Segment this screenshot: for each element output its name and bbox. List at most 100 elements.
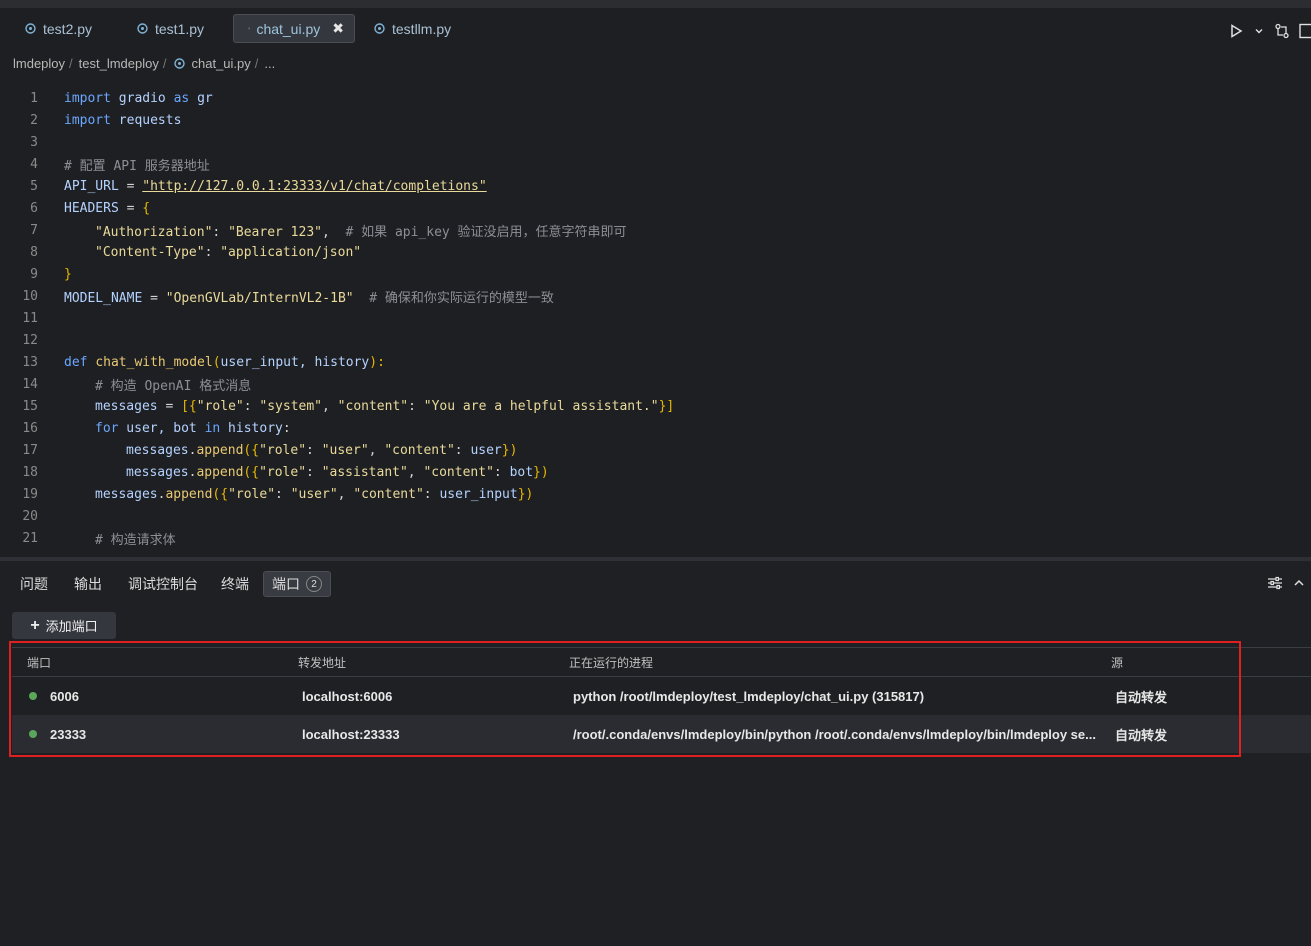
python-file-icon — [248, 27, 251, 30]
python-file-icon — [137, 23, 148, 34]
breadcrumb-item[interactable]: test_lmdeploy — [79, 56, 159, 71]
tab-label: 端口 — [272, 576, 300, 592]
code-text: API_URL = "http://127.0.0.1:23333/v1/cha… — [64, 178, 487, 194]
code-line: 15 messages = [{"role": "system", "conte… — [0, 395, 1311, 417]
plus-icon: + — [30, 616, 40, 634]
code-line: 10 MODEL_NAME = "OpenGVLab/InternVL2-1B"… — [0, 285, 1311, 307]
code-text: messages.append({"role": "user", "conten… — [95, 486, 534, 502]
line-number: 11 — [22, 310, 38, 326]
code-line: 20 — [0, 505, 1311, 527]
table-row[interactable]: 6006 localhost:6006 python /root/lmdeplo… — [12, 677, 1311, 715]
tab-terminal[interactable]: 终端 — [213, 571, 257, 597]
tab-label: test2.py — [43, 20, 93, 37]
code-comment: # 构造请求体 — [95, 532, 176, 548]
column-header-port[interactable]: 端口 — [27, 648, 51, 676]
python-file-icon — [173, 57, 185, 69]
line-number: 20 — [22, 508, 38, 524]
column-header-process[interactable]: 正在运行的进程 — [569, 648, 653, 676]
add-port-button[interactable]: + 添加端口 — [12, 612, 116, 639]
code-line: 11 — [0, 307, 1311, 329]
breadcrumb: lmdeploy / test_lmdeploy / chat_ui.py / … — [0, 46, 1311, 80]
code-line: 6 HEADERS = { — [0, 197, 1311, 219]
panel-actions — [1267, 575, 1305, 591]
breadcrumb-separator: / — [162, 55, 167, 71]
tab-test1[interactable]: test1.py — [122, 14, 214, 43]
line-number: 13 — [22, 354, 38, 370]
line-number: 16 — [22, 420, 38, 436]
line-number: 1 — [30, 90, 38, 106]
play-icon — [1231, 24, 1243, 38]
filter-settings-icon[interactable] — [1267, 575, 1283, 591]
breadcrumb-item[interactable]: chat_ui.py — [192, 56, 251, 71]
line-number: 15 — [22, 398, 38, 414]
code-line: 8 "Content-Type": "application/json" — [0, 241, 1311, 263]
run-button[interactable] — [1225, 20, 1247, 42]
breadcrumb-item[interactable]: ... — [264, 56, 275, 71]
line-number: 3 — [30, 134, 38, 150]
table-row[interactable]: 23333 localhost:23333 /root/.conda/envs/… — [12, 715, 1311, 753]
python-file-icon — [374, 23, 385, 34]
code-comment: # 配置 API 服务器地址 — [64, 158, 210, 174]
column-header-source[interactable]: 源 — [1111, 648, 1123, 676]
source-cell: 自动转发 — [1115, 727, 1168, 743]
tab-ports[interactable]: 端口 2 — [263, 571, 331, 597]
port-cell: 6006 — [29, 677, 79, 715]
editor-actions — [1225, 20, 1311, 42]
tab-test2[interactable]: test2.py — [10, 14, 102, 43]
tab-debug-console[interactable]: 调试控制台 — [120, 571, 206, 597]
tab-output[interactable]: 输出 — [66, 571, 110, 597]
code-line: 19 messages.append({"role": "user", "con… — [0, 483, 1311, 505]
code-line: 12 — [0, 329, 1311, 351]
address-cell[interactable]: localhost:23333 — [302, 715, 400, 753]
process-cell: python /root/lmdeploy/test_lmdeploy/chat… — [573, 688, 925, 704]
line-number: 4 — [30, 156, 38, 172]
code-comment: # 构造 OpenAI 格式消息 — [95, 378, 252, 394]
address-cell[interactable]: localhost:6006 — [302, 677, 392, 715]
code-text: messages = [{"role": "system", "content"… — [95, 398, 675, 414]
code-text: "Authorization": "Bearer 123", # 如果 api_… — [95, 224, 627, 240]
tab-chat-ui[interactable]: chat_ui.py ✖ — [233, 14, 355, 43]
column-header-address[interactable]: 转发地址 — [298, 648, 346, 676]
line-number: 18 — [22, 464, 38, 480]
code-text: import gradio as gr — [64, 90, 213, 106]
chevron-up-icon[interactable] — [1293, 577, 1305, 589]
line-number: 14 — [22, 376, 38, 392]
tab-label: chat_ui.py — [256, 20, 321, 37]
split-editor-button[interactable] — [1299, 20, 1311, 42]
compare-changes-button[interactable] — [1271, 20, 1293, 42]
status-dot-icon — [29, 692, 37, 700]
code-line: 7 "Authorization": "Bearer 123", # 如果 ap… — [0, 219, 1311, 241]
line-number: 6 — [30, 200, 38, 216]
line-number: 12 — [22, 332, 38, 348]
breadcrumb-separator: / — [69, 55, 73, 71]
port-cell: 23333 — [29, 715, 86, 753]
line-number: 8 — [30, 244, 38, 260]
code-editor[interactable]: 1 import gradio as gr 2 import requests … — [0, 87, 1311, 557]
chevron-down-icon — [1255, 29, 1263, 34]
source-cell: 自动转发 — [1115, 689, 1168, 705]
code-line: 2 import requests — [0, 109, 1311, 131]
run-dropdown[interactable] — [1253, 20, 1265, 42]
line-number: 10 — [22, 288, 38, 304]
breadcrumb-item[interactable]: lmdeploy — [13, 56, 65, 71]
code-line: 4 # 配置 API 服务器地址 — [0, 153, 1311, 175]
tab-label: testllm.py — [392, 20, 452, 37]
editor-tab-bar: test2.py test1.py chat_ui.py ✖ testllm.p… — [0, 0, 1311, 46]
python-file-icon — [25, 23, 36, 34]
code-text: "Content-Type": "application/json" — [95, 244, 362, 260]
code-line: 17 messages.append({"role": "user", "con… — [0, 439, 1311, 461]
code-text: def chat_with_model(user_input, history)… — [64, 354, 385, 370]
code-text: MODEL_NAME = "OpenGVLab/InternVL2-1B" # … — [64, 290, 554, 306]
line-number: 5 — [30, 178, 38, 194]
tab-problems[interactable]: 问题 — [12, 571, 56, 597]
code-text: messages.append({"role": "user", "conten… — [126, 442, 518, 458]
close-icon[interactable]: ✖ — [332, 20, 344, 37]
bottom-panel: 问题 输出 调试控制台 终端 端口 2 + 添加端口 端口 转发地址 正在运行的… — [0, 561, 1311, 946]
tab-label: test1.py — [155, 20, 205, 37]
tab-testllm[interactable]: testllm.py — [359, 14, 461, 43]
ports-count-badge: 2 — [306, 576, 322, 592]
line-number: 2 — [30, 112, 38, 128]
code-text: import requests — [64, 112, 182, 128]
code-text: } — [64, 266, 72, 282]
process-cell: /root/.conda/envs/lmdeploy/bin/python /r… — [573, 726, 1096, 742]
